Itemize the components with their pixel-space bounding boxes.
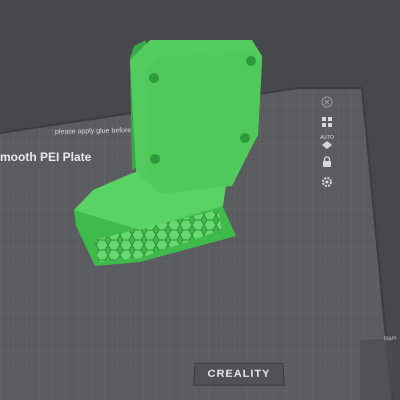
brand-logo: CREALITY (193, 362, 285, 386)
auto-orient-icon (322, 141, 332, 149)
settings-button[interactable] (314, 172, 340, 192)
auto-orient-button[interactable]: AUTO (314, 132, 340, 152)
arrange-button[interactable] (314, 112, 340, 132)
3d-viewport[interactable] (0, 0, 400, 400)
close-button[interactable] (314, 92, 340, 112)
plate-toolbar: AUTO (314, 92, 340, 192)
mount-hole (150, 154, 160, 164)
mount-hole (149, 73, 159, 83)
plate-corner-label: Ram (383, 335, 397, 343)
close-icon (321, 96, 333, 108)
mount-hole (240, 133, 250, 143)
plate-name: mooth PEI Plate (0, 150, 92, 164)
gear-icon (322, 177, 332, 187)
arrange-icon (322, 117, 332, 127)
mount-hole (246, 56, 256, 66)
lock-icon (323, 156, 331, 167)
lock-button[interactable] (314, 152, 340, 172)
